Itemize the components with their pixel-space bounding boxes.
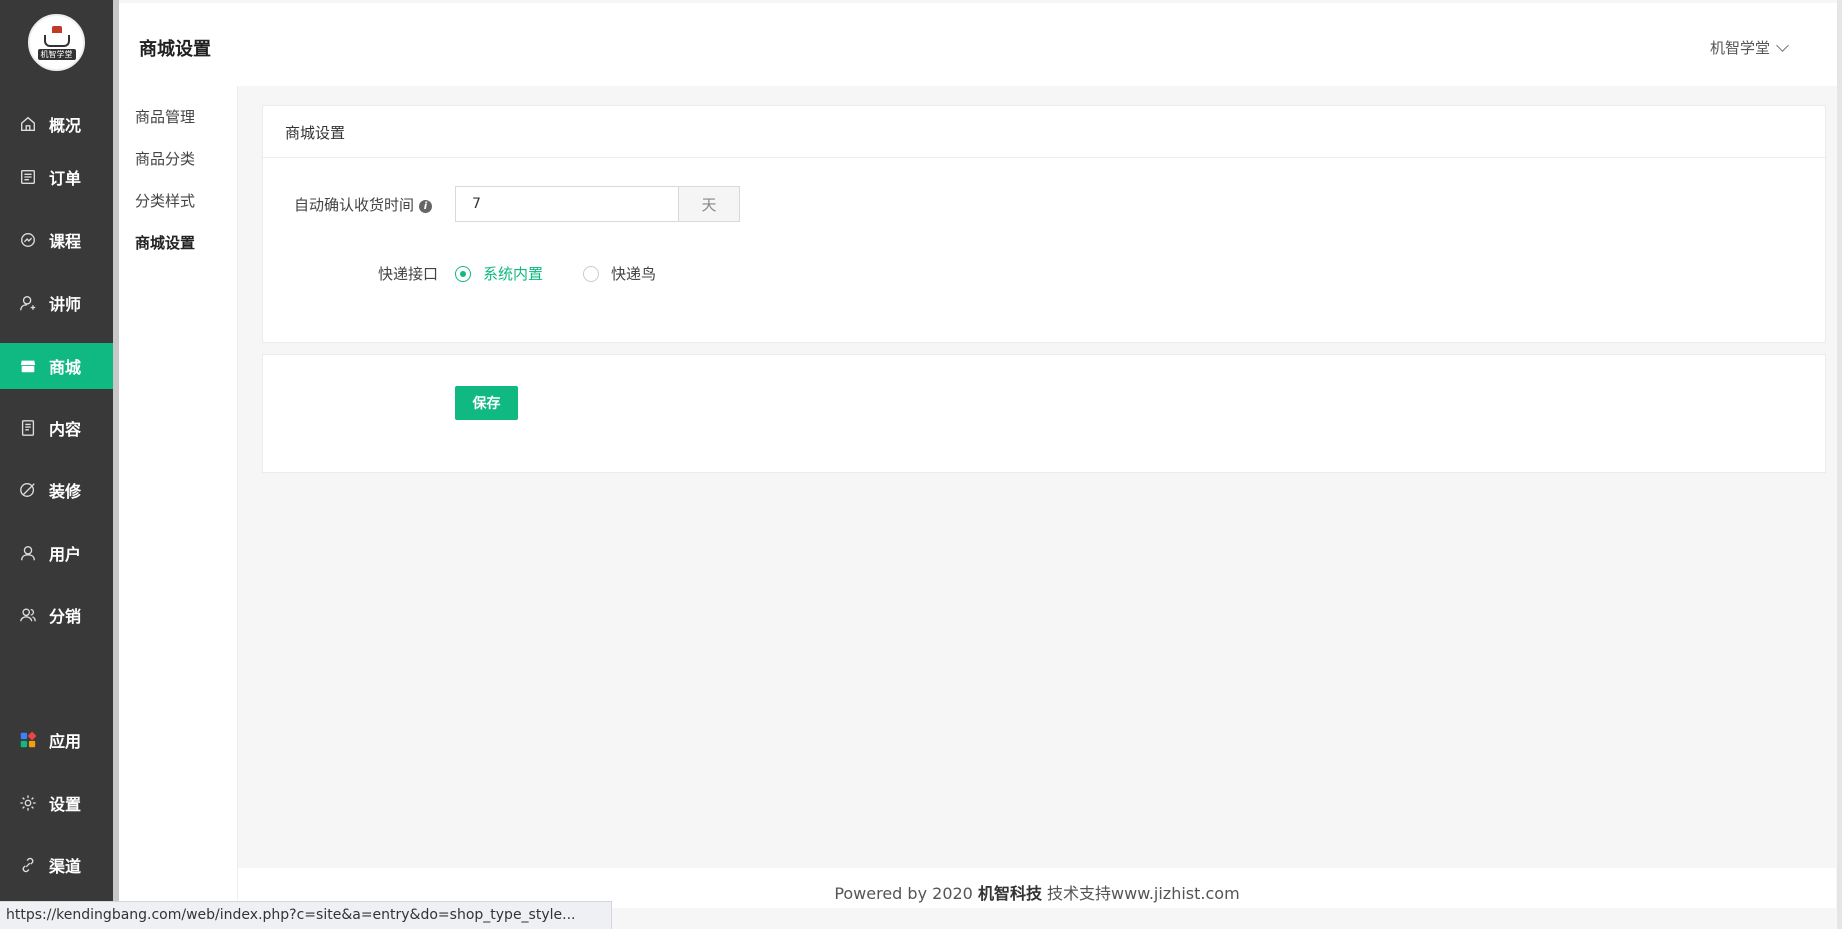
radio-kdniao[interactable]: 快递鸟 bbox=[583, 263, 656, 284]
subnav-item-product-category[interactable]: 商品分类 bbox=[135, 148, 195, 169]
crown-icon bbox=[51, 25, 62, 33]
radio-dot bbox=[455, 265, 471, 282]
user-menu[interactable]: 机智学堂 bbox=[1709, 37, 1789, 58]
logo-text: 机智学堂 bbox=[37, 48, 76, 60]
save-button[interactable]: 保存 bbox=[455, 386, 518, 420]
action-panel: 保存 bbox=[262, 354, 1826, 473]
sub-sidebar: 商品管理 商品分类 分类样式 商城设置 bbox=[119, 86, 238, 901]
auto-confirm-days-input[interactable] bbox=[455, 186, 678, 222]
radio-dot bbox=[583, 265, 599, 282]
sidebar-item-distribution[interactable]: 分销 bbox=[0, 592, 113, 638]
sidebar-item-channels[interactable]: 渠道 bbox=[0, 842, 113, 888]
chevron-down-icon bbox=[1776, 38, 1789, 52]
radio-system-builtin[interactable]: 系统内置 bbox=[455, 263, 543, 284]
store-icon bbox=[18, 356, 38, 376]
info-icon[interactable]: i bbox=[419, 200, 433, 213]
subnav-item-product-management[interactable]: 商品管理 bbox=[135, 106, 195, 127]
sidebar-item-label: 分销 bbox=[49, 607, 82, 626]
user-icon bbox=[18, 543, 38, 563]
teacher-icon bbox=[18, 293, 38, 313]
sidebar-item-store[interactable]: 商城 bbox=[0, 343, 113, 389]
footer-brand: 机智科技 bbox=[977, 884, 1042, 903]
content-icon bbox=[18, 418, 38, 438]
status-url-bar: https://kendingbang.com/web/index.php?c=… bbox=[0, 901, 612, 929]
sidebar-item-users[interactable]: 用户 bbox=[0, 530, 113, 576]
gear-icon bbox=[18, 793, 38, 813]
sidebar-item-label: 订单 bbox=[49, 169, 82, 188]
link-icon bbox=[18, 855, 38, 875]
app-window: 机智学堂 概况 订单 课程 讲师 商城 内容 装修 用户 分销 应用 设置 渠道… bbox=[0, 0, 1842, 929]
book-icon bbox=[43, 34, 70, 47]
page-title: 商城设置 bbox=[139, 39, 211, 60]
apps-icon bbox=[18, 730, 38, 750]
subnav-item-category-style[interactable]: 分类样式 bbox=[135, 190, 195, 211]
auto-confirm-input-group: 天 bbox=[455, 186, 740, 222]
sidebar-item-label: 用户 bbox=[49, 545, 82, 564]
radio-label: 系统内置 bbox=[483, 265, 544, 283]
sidebar-item-label: 内容 bbox=[49, 420, 82, 439]
sidebar-item-label: 课程 bbox=[49, 232, 82, 251]
footer-prefix: Powered by 2020 bbox=[834, 884, 978, 903]
sidebar-item-label: 讲师 bbox=[49, 295, 82, 314]
home-icon bbox=[18, 114, 38, 134]
sidebar-item-decorate[interactable]: 装修 bbox=[0, 467, 113, 513]
main-sidebar: 机智学堂 概况 订单 课程 讲师 商城 内容 装修 用户 分销 应用 设置 渠道 bbox=[0, 0, 113, 929]
top-header: 商城设置 机智学堂 bbox=[119, 3, 1837, 86]
sidebar-item-label: 渠道 bbox=[49, 857, 82, 876]
sidebar-item-label: 应用 bbox=[49, 732, 82, 751]
sidebar-item-orders[interactable]: 订单 bbox=[0, 154, 113, 200]
sidebar-item-teachers[interactable]: 讲师 bbox=[0, 280, 113, 326]
sidebar-item-apps[interactable]: 应用 bbox=[0, 717, 113, 763]
express-label: 快递接口 bbox=[378, 265, 439, 283]
sidebar-item-content[interactable]: 内容 bbox=[0, 405, 113, 451]
sidebar-item-label: 设置 bbox=[49, 795, 82, 814]
radio-label: 快递鸟 bbox=[611, 265, 657, 283]
sidebar-item-settings[interactable]: 设置 bbox=[0, 780, 113, 826]
sidebar-item-label: 概况 bbox=[49, 116, 82, 135]
user-name: 机智学堂 bbox=[1709, 39, 1770, 57]
sidebar-item-courses[interactable]: 课程 bbox=[0, 217, 113, 263]
logo: 机智学堂 bbox=[28, 14, 85, 71]
auto-confirm-label-text: 自动确认收货时间 bbox=[294, 196, 415, 214]
panel-title: 商城设置 bbox=[263, 106, 1825, 158]
order-icon bbox=[18, 167, 38, 187]
sidebar-item-label: 装修 bbox=[49, 482, 82, 501]
auto-confirm-label: 自动确认收货时间 i bbox=[294, 194, 433, 215]
distribution-icon bbox=[18, 605, 38, 625]
scrollbar[interactable] bbox=[1837, 0, 1842, 929]
decorate-icon bbox=[18, 480, 38, 500]
sidebar-item-label: 商城 bbox=[49, 358, 82, 377]
settings-panel: 商城设置 自动确认收货时间 i 天 快递接口 系统内置 快递鸟 bbox=[262, 105, 1826, 343]
footer-suffix: 技术支持www.jizhist.com bbox=[1041, 884, 1240, 903]
subnav-item-store-settings[interactable]: 商城设置 bbox=[135, 232, 195, 253]
days-unit-addon: 天 bbox=[678, 186, 740, 222]
sidebar-item-overview[interactable]: 概况 bbox=[0, 101, 113, 147]
course-icon bbox=[18, 230, 38, 250]
